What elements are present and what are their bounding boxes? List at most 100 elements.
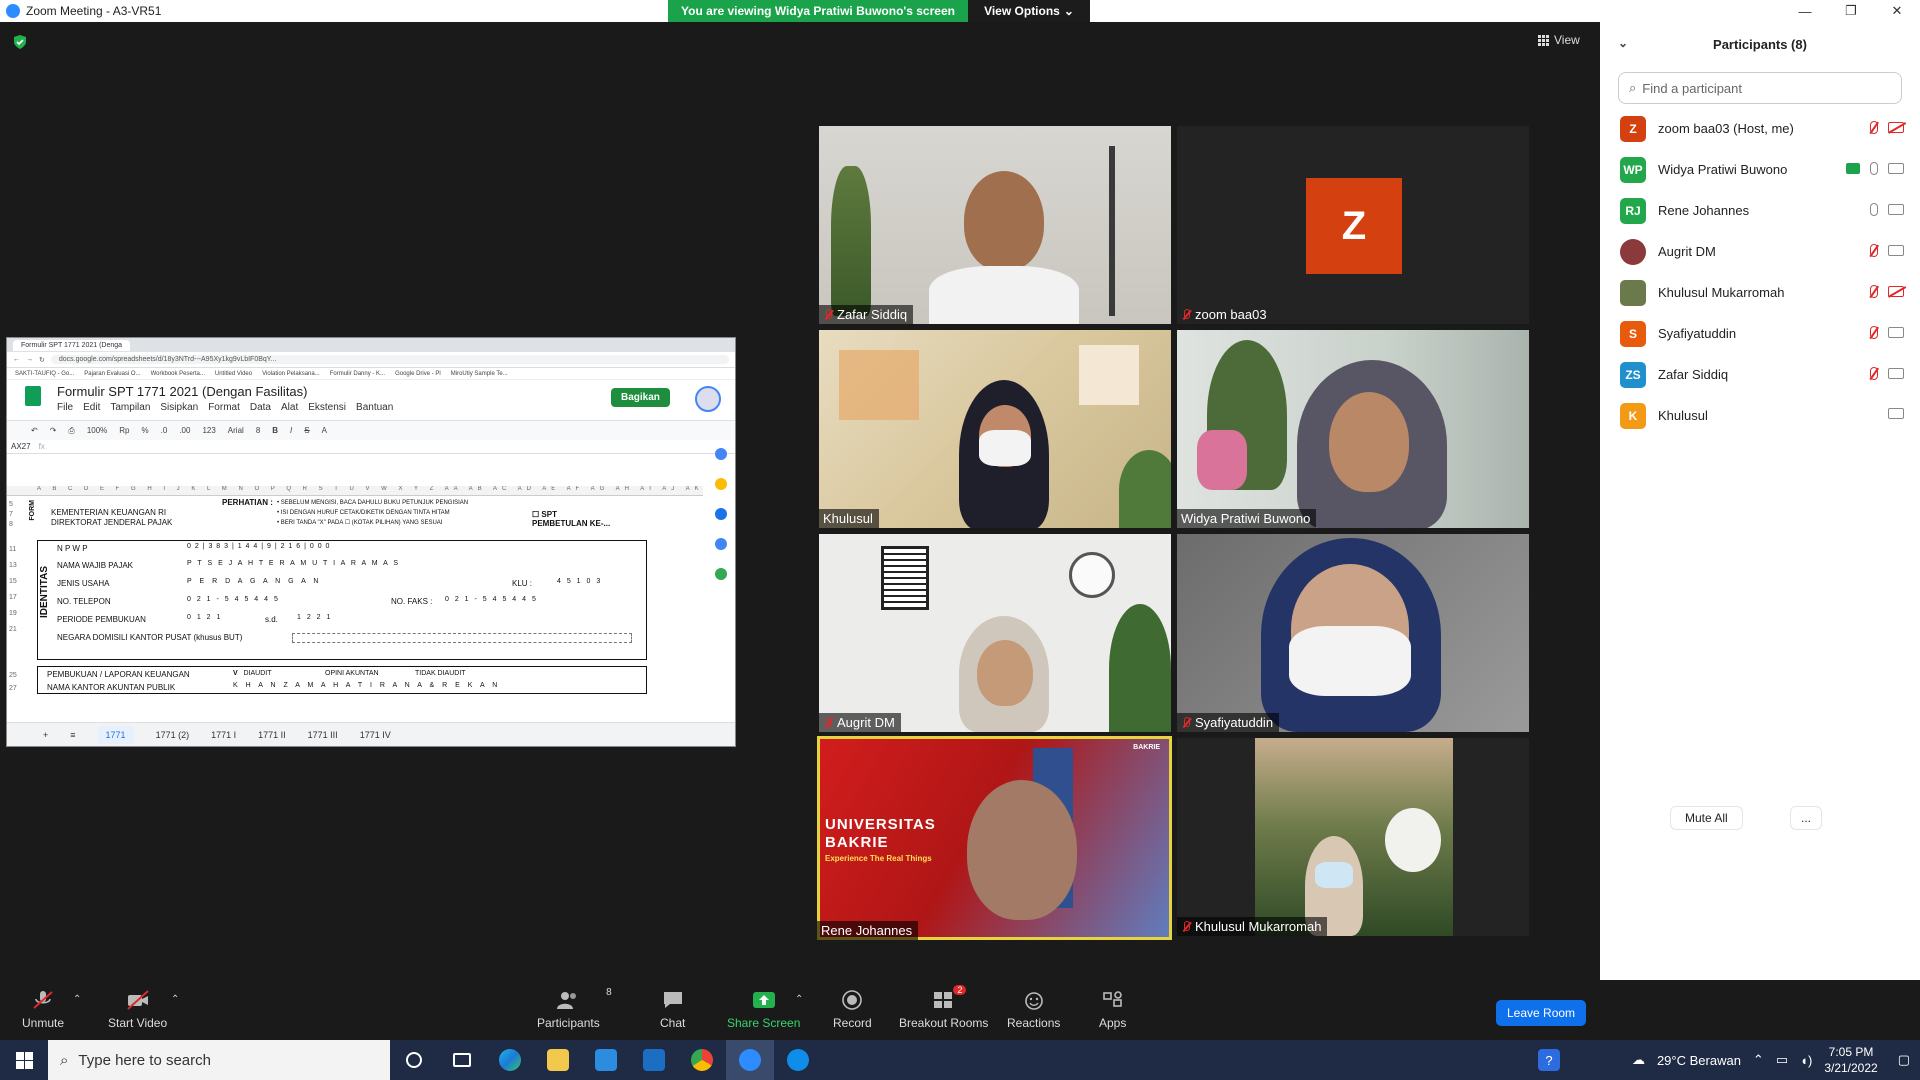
- breakout-rooms-button[interactable]: 2 Breakout Rooms: [899, 985, 988, 1030]
- participant-row[interactable]: ZS Zafar Siddiq: [1600, 354, 1920, 395]
- font-size-select[interactable]: 8: [256, 426, 260, 435]
- mic-icon[interactable]: [1870, 203, 1878, 216]
- participant-search-input[interactable]: ⌕ Find a participant: [1618, 72, 1902, 104]
- video-tile[interactable]: Widya Pratiwi Buwono: [1177, 330, 1529, 528]
- notifications-icon[interactable]: ▢: [1898, 1052, 1910, 1068]
- shared-screen[interactable]: Formulir SPT 1771 2021 (Denga ← → ↻ docs…: [6, 337, 736, 747]
- bookmark[interactable]: Untitled Video: [215, 371, 252, 377]
- task-view-icon[interactable]: [438, 1040, 486, 1080]
- print-icon[interactable]: ⎙: [68, 426, 74, 436]
- file-explorer-icon[interactable]: [534, 1040, 582, 1080]
- mute-all-button[interactable]: Mute All: [1670, 806, 1743, 830]
- increase-decimal[interactable]: .00: [179, 426, 190, 435]
- view-options-button[interactable]: View Options ⌄: [968, 0, 1090, 22]
- bookmark[interactable]: Violation Pelaksana...: [262, 371, 320, 377]
- sheet-tab-1771-iv[interactable]: 1771 IV: [360, 730, 391, 740]
- participant-row[interactable]: Khulusul Mukarromah: [1600, 272, 1920, 313]
- add-sheet-icon[interactable]: +: [43, 730, 48, 740]
- italic-icon[interactable]: I: [290, 426, 292, 435]
- spreadsheet-grid[interactable]: A B C D E F G H I J K L M N O P Q R S T …: [7, 486, 703, 694]
- maps-icon[interactable]: [715, 568, 727, 580]
- keep-icon[interactable]: [715, 478, 727, 490]
- strikethrough-icon[interactable]: S: [304, 426, 309, 435]
- bookmark[interactable]: Formulir Danny - K...: [330, 371, 385, 377]
- video-tile[interactable]: Z zoom baa03: [1177, 126, 1529, 324]
- video-tile[interactable]: Khulusul Mukarromah: [1177, 738, 1529, 936]
- camera-icon[interactable]: [1888, 245, 1904, 256]
- windows-start-button[interactable]: [0, 1040, 48, 1080]
- start-video-button[interactable]: Start Video: [108, 990, 167, 1030]
- record-button[interactable]: Record: [833, 990, 872, 1030]
- mic-muted-icon[interactable]: [1870, 285, 1878, 298]
- close-button[interactable]: ✕: [1874, 0, 1920, 22]
- teamviewer-icon[interactable]: [774, 1040, 822, 1080]
- menu-tools[interactable]: Alat: [281, 402, 298, 413]
- participant-row[interactable]: K Khulusul: [1600, 395, 1920, 436]
- apps-button[interactable]: Apps: [1099, 990, 1126, 1030]
- chat-button[interactable]: Chat: [660, 990, 685, 1030]
- bold-icon[interactable]: B: [272, 426, 278, 435]
- zoom-select[interactable]: 100%: [87, 426, 107, 435]
- reload-icon[interactable]: ↻: [39, 356, 45, 364]
- menu-help[interactable]: Bantuan: [356, 402, 393, 413]
- camera-off-icon[interactable]: [1888, 122, 1904, 133]
- bookmark[interactable]: SAKTI-TAUFIQ - Go...: [15, 371, 74, 377]
- share-screen-button[interactable]: Share Screen: [727, 990, 800, 1030]
- video-tile[interactable]: Augrit DM: [819, 534, 1171, 732]
- url-field[interactable]: docs.google.com/spreadsheets/d/18y3NTrd-…: [50, 355, 729, 364]
- tasks-icon[interactable]: [715, 508, 727, 520]
- menu-data[interactable]: Data: [250, 402, 271, 413]
- more-formats[interactable]: 123: [202, 426, 215, 435]
- percent-format[interactable]: %: [142, 426, 149, 435]
- currency-format[interactable]: Rp: [119, 426, 129, 435]
- sheet-tab-1771-i[interactable]: 1771 I: [211, 730, 236, 740]
- mic-muted-icon[interactable]: [1870, 121, 1878, 134]
- help-icon[interactable]: ?: [1537, 1049, 1560, 1071]
- weather-icon[interactable]: ☁: [1632, 1052, 1645, 1068]
- mic-muted-icon[interactable]: [1870, 367, 1878, 380]
- undo-icon[interactable]: ↶: [31, 426, 38, 435]
- all-sheets-icon[interactable]: ≡: [70, 730, 75, 740]
- chevron-up-icon[interactable]: ⌃: [1753, 1052, 1764, 1068]
- active-speaker-tile[interactable]: BAKRIE UNIVERSITAS BAKRIE Experience The …: [817, 736, 1172, 940]
- participant-row[interactable]: RJ Rene Johannes: [1600, 190, 1920, 231]
- camera-icon[interactable]: [1888, 163, 1904, 174]
- menu-file[interactable]: File: [57, 402, 73, 413]
- account-avatar[interactable]: [695, 386, 721, 412]
- video-tile[interactable]: Zafar Siddiq: [819, 126, 1171, 324]
- taskbar-search-input[interactable]: ⌕ Type here to search: [48, 1040, 390, 1080]
- camera-off-icon[interactable]: [1888, 286, 1904, 297]
- bookmark[interactable]: Workbook Peserta...: [151, 371, 205, 377]
- participant-row[interactable]: WP Widya Pratiwi Buwono: [1600, 149, 1920, 190]
- video-tile[interactable]: Khulusul: [819, 330, 1171, 528]
- back-icon[interactable]: ←: [13, 356, 20, 363]
- collapse-chevron-icon[interactable]: ⌄: [1618, 36, 1628, 50]
- unmute-button[interactable]: Unmute: [22, 990, 64, 1030]
- taskbar-clock[interactable]: 7:05 PM 3/21/2022: [1824, 1044, 1877, 1076]
- bookmark[interactable]: MiroUtiy Sample Te...: [451, 371, 508, 377]
- sheet-tab-1771[interactable]: 1771: [97, 725, 134, 744]
- camera-icon[interactable]: [1888, 204, 1904, 215]
- encryption-shield-icon[interactable]: [12, 34, 28, 50]
- network-icon[interactable]: ▭: [1776, 1052, 1788, 1068]
- minimize-button[interactable]: —: [1782, 0, 1828, 22]
- forward-icon[interactable]: →: [26, 356, 33, 363]
- participant-row[interactable]: S Syafiyatuddin: [1600, 313, 1920, 354]
- leave-room-button[interactable]: Leave Room: [1496, 1000, 1587, 1026]
- menu-edit[interactable]: Edit: [83, 402, 100, 413]
- view-layout-button[interactable]: View: [1538, 33, 1580, 47]
- weather-text[interactable]: 29°C Berawan: [1657, 1053, 1741, 1068]
- cell-reference[interactable]: AX27: [11, 442, 31, 451]
- volume-icon[interactable]: ◖): [1800, 1053, 1812, 1068]
- calendar-icon[interactable]: [715, 448, 727, 460]
- store-icon[interactable]: [582, 1040, 630, 1080]
- cortana-icon[interactable]: [390, 1040, 438, 1080]
- audio-options-caret[interactable]: ⌃: [73, 994, 81, 1005]
- decrease-decimal[interactable]: .0: [161, 426, 168, 435]
- contacts-icon[interactable]: [715, 538, 727, 550]
- zoom-taskbar-icon[interactable]: [726, 1040, 774, 1080]
- menu-view[interactable]: Tampilan: [110, 402, 150, 413]
- browser-tab[interactable]: Formulir SPT 1771 2021 (Denga: [13, 339, 131, 351]
- sheet-tab-1771-iii[interactable]: 1771 III: [308, 730, 338, 740]
- sheet-tab-1771-ii[interactable]: 1771 II: [258, 730, 286, 740]
